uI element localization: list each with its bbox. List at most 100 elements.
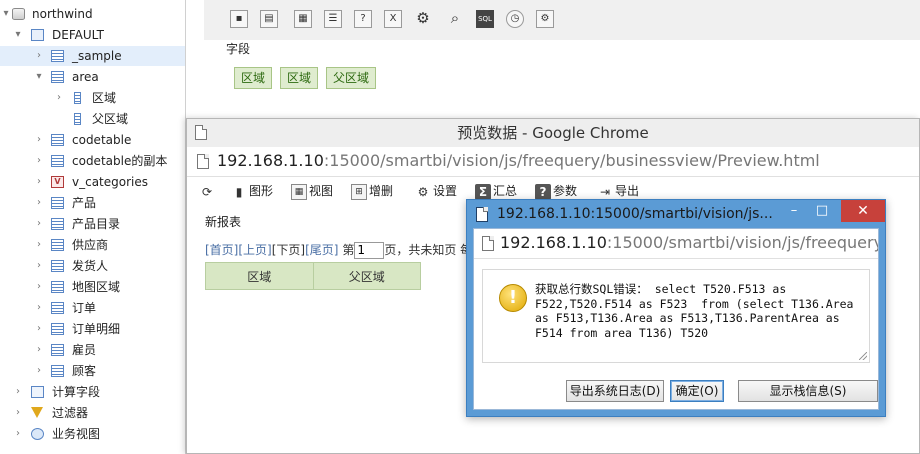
field-chip[interactable]: 区域 [234,67,273,89]
first-page-link[interactable]: [首页] [205,243,238,257]
expand-toggle-icon[interactable]: › [33,172,45,192]
tree-node-label: 地图区域 [72,280,121,294]
save-as-icon[interactable]: ▤ [260,10,278,28]
error-message-area: ! 获取总行数SQL错误： select T520.F513 as F522,T… [482,269,870,363]
excel-icon[interactable]: X [384,10,402,28]
popup-title[interactable]: 192.168.1.10:15000/smartbi/vision/js... [497,200,787,228]
tree-node-label: 产品 [72,196,97,210]
tree-node-codetable-copy[interactable]: › codetable的副本 [0,151,185,171]
view-button-label: 视图 [309,184,334,198]
tree-node-v-categories[interactable]: › V v_categories [0,172,185,192]
popup-address-text[interactable]: 192.168.1.10:15000/smartbi/vision/js/fre… [500,229,878,257]
tree-node-label: codetable [72,133,132,147]
tree-node-area-parent-region[interactable]: 父区域 [0,109,185,129]
url-host: 192.168.1.10 [500,233,607,252]
properties-icon[interactable]: ☰ [324,10,342,28]
layout-icon[interactable]: ▦ [294,10,312,28]
show-stack-button[interactable]: 显示栈信息(S) [738,380,878,402]
add-delete-button[interactable]: ⊞ 增删 [351,179,393,203]
tree-node-default[interactable]: ▾ DEFAULT [0,25,185,45]
tree-node-shippers[interactable]: › 发货人 [0,256,185,276]
expand-toggle-icon[interactable]: ▾ [12,25,24,45]
tree-node-area-region[interactable]: › 区域 [0,88,185,108]
tree-node-map-region[interactable]: › 地图区域 [0,277,185,297]
export-button-label: 导出 [615,184,640,198]
tree-node-business-views[interactable]: › 业务视图 [0,424,185,444]
tree-node-label: 订单明细 [72,322,121,336]
popup-address-bar[interactable]: 192.168.1.10:15000/smartbi/vision/js/fre… [474,229,878,259]
expand-toggle-icon[interactable]: › [33,235,45,255]
expand-toggle-icon[interactable]: › [33,193,45,213]
column-header[interactable]: 父区域 [312,262,421,290]
tree-node-codetable[interactable]: › codetable [0,130,185,150]
tree-node-customers[interactable]: › 顾客 [0,361,185,381]
expand-toggle-icon[interactable]: › [33,319,45,339]
settings-button[interactable]: ⚙ 设置 [415,179,457,203]
tree-node-filters[interactable]: › 过滤器 [0,403,185,423]
table-icon [51,134,64,146]
column-header[interactable]: 区域 [205,262,314,290]
tree-node-sample[interactable]: › _sample [0,46,185,66]
sql-check-icon[interactable]: ? [354,10,372,28]
expand-toggle-icon[interactable]: › [12,424,24,444]
expand-toggle-icon[interactable]: › [33,340,45,360]
prev-page-link[interactable]: [上页] [238,243,271,257]
expand-toggle-icon[interactable]: › [33,151,45,171]
save-icon[interactable]: ▪ [230,10,248,28]
close-button[interactable]: ✕ [841,200,885,222]
chart-button[interactable]: ▮ 图形 [231,179,273,203]
field-chip[interactable]: 区域 [280,67,319,89]
gear-icon[interactable]: ⚙ [414,10,432,28]
next-page-link[interactable]: [下页] [272,243,305,257]
tree-node-calc-fields[interactable]: › 计算字段 [0,382,185,402]
expand-toggle-icon[interactable]: › [12,403,24,423]
expand-toggle-icon[interactable]: › [33,256,45,276]
search-icon[interactable]: ⌕ [446,10,464,28]
preview-titlebar[interactable]: 预览数据 - Google Chrome [187,119,919,147]
tree-node-northwind[interactable]: ▾ northwind [0,4,185,24]
field-chip[interactable]: 父区域 [326,67,377,89]
tree-node-order-details[interactable]: › 订单明细 [0,319,185,339]
clock-icon[interactable]: ◷ [506,10,524,28]
tree-node-area[interactable]: ▾ area [0,67,185,87]
error-popup-window: 192.168.1.10:15000/smartbi/vision/js... … [466,199,886,417]
tree-node-label: 业务视图 [52,427,101,441]
ok-button[interactable]: 确定(O) [670,380,724,402]
expand-toggle-icon[interactable]: › [53,88,65,108]
expand-toggle-icon[interactable]: › [33,130,45,150]
expand-toggle-icon[interactable]: › [33,361,45,381]
address-bar[interactable]: 192.168.1.10:15000/smartbi/vision/js/fre… [187,147,919,177]
view-button[interactable]: ▦ 视图 [291,179,333,203]
sql-icon[interactable]: SQL [476,10,494,28]
address-text[interactable]: 192.168.1.10:15000/smartbi/vision/js/fre… [217,147,820,175]
tree-node-products[interactable]: › 产品 [0,193,185,213]
report-name: 新报表 [205,215,242,229]
tree-node-product-catalog[interactable]: › 产品目录 [0,214,185,234]
tree-node-label: 区域 [92,91,117,105]
expand-toggle-icon[interactable]: ▾ [0,4,12,24]
page-icon [197,154,209,169]
export-log-button[interactable]: 导出系统日志(D) [566,380,664,402]
expand-toggle-icon[interactable]: › [33,214,45,234]
refresh-button[interactable]: ⟳ [199,179,217,203]
maximize-button[interactable]: □ [809,200,835,222]
resize-grip-icon[interactable] [859,352,867,360]
expand-toggle-icon[interactable]: ▾ [33,67,45,87]
expand-toggle-icon[interactable]: › [33,298,45,318]
export-icon: ⇥ [599,184,611,199]
expand-toggle-icon[interactable]: › [33,277,45,297]
minimize-button[interactable]: – [781,200,807,222]
settings-icon[interactable]: ⚙ [536,10,554,28]
last-page-link[interactable]: [尾页] [305,243,338,257]
gear-icon: ⚙ [417,184,429,199]
tree-node-label: area [72,70,99,84]
database-icon [12,8,25,20]
tree-node-employees[interactable]: › 雇员 [0,340,185,360]
page-prefix: 第 [342,243,355,257]
tree-node-orders[interactable]: › 订单 [0,298,185,318]
table-header-row: 区域 父区域 [205,262,421,290]
expand-toggle-icon[interactable]: › [33,46,45,66]
tree-node-suppliers[interactable]: › 供应商 [0,235,185,255]
expand-toggle-icon[interactable]: › [12,382,24,402]
page-number-input[interactable]: 1 [354,242,385,259]
